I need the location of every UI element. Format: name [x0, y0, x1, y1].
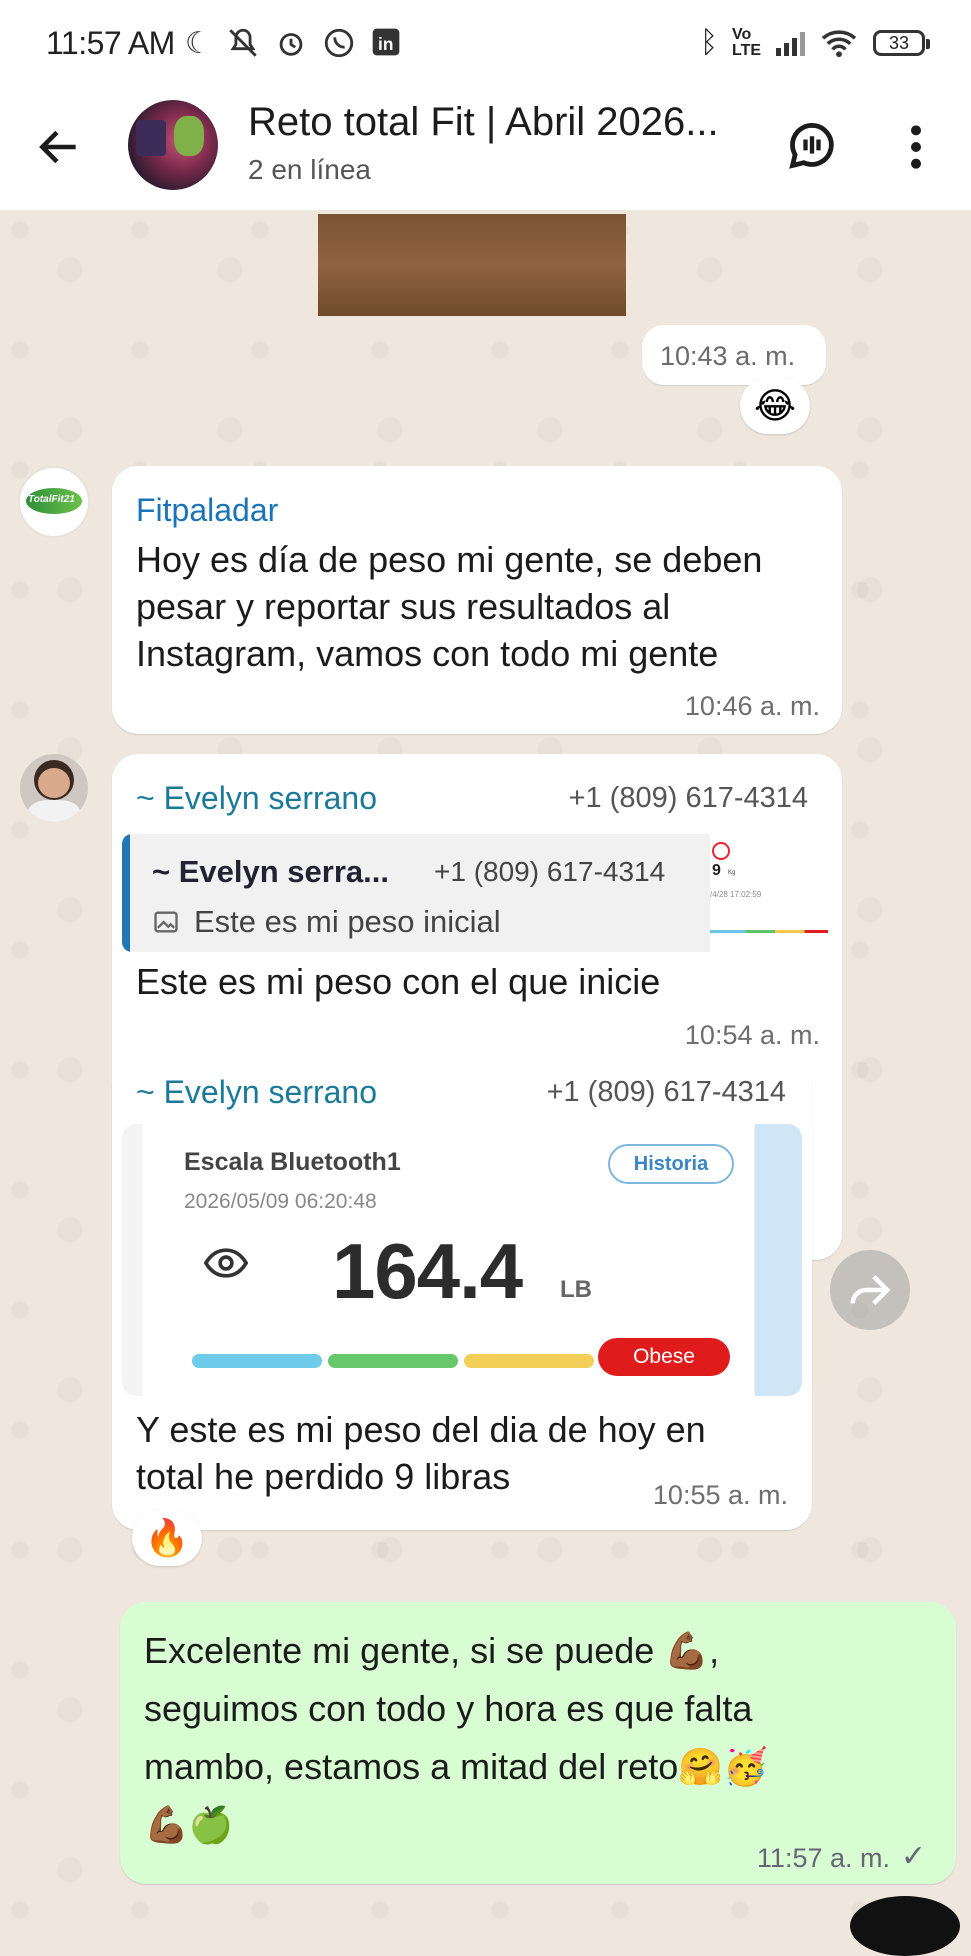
scale-title: Escala Bluetooth1 [184, 1148, 401, 1176]
quote-thumbnail: 9 Kg /4/28 17:02:59 [710, 834, 830, 952]
status-system-icons: ᛒ Vo LTE 33 [700, 26, 930, 60]
bmi-bar-normal [328, 1354, 458, 1368]
image-icon [154, 911, 178, 933]
bmi-bar-underweight [192, 1354, 322, 1368]
forward-icon [850, 1274, 891, 1306]
battery-level: 33 [888, 32, 910, 53]
linkedin-icon: in [372, 28, 400, 55]
wifi-icon [821, 30, 857, 58]
scale-screenshot[interactable]: Escala Bluetooth1 2026/05/09 06:20:48 Hi… [122, 1124, 802, 1396]
muted-bell-icon [228, 28, 257, 57]
status-time: 11:57 AM [46, 24, 175, 61]
message-text: Hoy es día de peso mi gente, se deben pe… [136, 539, 763, 674]
message-time: 10:55 a. m. [652, 1480, 788, 1510]
eye-icon[interactable] [204, 1248, 248, 1278]
bmi-bar-overweight [464, 1354, 594, 1368]
message-time-bubble: 10:43 a. m. [642, 325, 826, 385]
battery-icon: 33 [873, 30, 930, 56]
svg-text:in: in [378, 34, 393, 54]
more-options-icon[interactable] [898, 122, 934, 172]
scale-date: 2026/05/09 06:20:48 [184, 1190, 377, 1213]
message-bubble[interactable]: Fitpaladar Hoy es día de peso mi gente, … [112, 466, 842, 734]
avatar-brand-text: TotalFit21 [28, 494, 75, 505]
message-text: Este es mi peso con el que inicie [136, 961, 661, 1002]
whatsapp-icon [324, 28, 353, 57]
shared-photo[interactable] [318, 214, 626, 316]
outgoing-message-bubble[interactable]: Excelente mi gente, si se puede 💪🏾, segu… [120, 1602, 956, 1884]
group-title[interactable]: Reto total Fit | Abril 2026... [248, 100, 748, 145]
history-button-label: Historia [633, 1152, 709, 1175]
sender-name[interactable]: ~ Evelyn serrano [136, 780, 377, 817]
moon-icon: ☾ [184, 26, 212, 60]
message-bubble-scale[interactable]: ~ Evelyn serrano +1 (809) 617-4314 Escal… [112, 1060, 812, 1530]
status-notification-icons: ☾ in [185, 26, 402, 61]
quote-phone: +1 (809) 617-4314 [434, 856, 666, 887]
volte-icon: Vo LTE [732, 26, 762, 59]
online-status: 2 en línea [248, 154, 371, 185]
message-reaction[interactable]: 🔥 [132, 1510, 202, 1566]
message-line: seguimos con todo y hora es que falta [144, 1688, 753, 1729]
sender-name[interactable]: ~ Evelyn serrano [136, 1074, 377, 1111]
history-button[interactable]: Historia [608, 1144, 734, 1184]
message-line: Excelente mi gente, si se puede 💪🏾, [144, 1630, 720, 1671]
message-time: 10:46 a. m. [684, 691, 820, 721]
reaction-emoji: 🔥 [144, 1517, 190, 1558]
thumb-icon [712, 842, 730, 860]
forward-button[interactable] [830, 1250, 910, 1330]
signal-icon [776, 30, 805, 56]
quote-sender: ~ Evelyn serra... [152, 854, 389, 889]
quote-text: Este es mi peso inicial [194, 904, 501, 939]
bluetooth-icon: ᛒ [700, 26, 718, 59]
sent-check-icon: ✓ [900, 1840, 926, 1873]
reaction-emoji: 😂 [753, 385, 797, 426]
chat-header: Reto total Fit | Abril 2026... 2 en líne… [0, 86, 971, 210]
message-time: 10:54 a. m. [684, 1020, 820, 1050]
alarm-icon [279, 32, 303, 56]
sender-phone: +1 (809) 617-4314 [568, 782, 808, 814]
status-bar: 11:57 AM ☾ in ᛒ Vo LTE 33 [0, 0, 971, 86]
sender-avatar-fitpaladar[interactable]: TotalFit21 [20, 468, 88, 536]
sender-name[interactable]: Fitpaladar [136, 492, 278, 529]
thumb-unit: Kg [728, 870, 736, 876]
status-badge: Obese [598, 1338, 730, 1376]
message-line: mambo, estamos a mitad del reto🤗🥳 [144, 1746, 768, 1787]
sender-phone: +1 (809) 617-4314 [546, 1076, 786, 1108]
voice-chat-icon[interactable] [786, 120, 838, 172]
message-text: Excelente mi gente, si se puede 💪🏾, segu… [144, 1622, 944, 1854]
sender-avatar-evelyn[interactable] [20, 754, 88, 822]
quoted-message[interactable]: ~ Evelyn serra... +1 (809) 617-4314 Este… [122, 834, 830, 952]
weight-unit: LB [560, 1276, 592, 1303]
thumb-date: /4/28 17:02:59 [710, 890, 762, 899]
weight-value: 164.4 [332, 1227, 523, 1315]
message-reaction[interactable]: 😂 [740, 378, 810, 434]
back-arrow-icon[interactable] [34, 122, 84, 172]
scroll-down-button[interactable] [850, 1896, 960, 1956]
message-time: 10:43 a. m. [660, 341, 796, 371]
message-time: 11:57 a. m. [756, 1843, 890, 1873]
quote-accent-bar [122, 834, 130, 952]
thumb-value: 9 [712, 862, 721, 879]
group-avatar[interactable] [128, 100, 218, 190]
status-badge-label: Obese [633, 1345, 695, 1368]
